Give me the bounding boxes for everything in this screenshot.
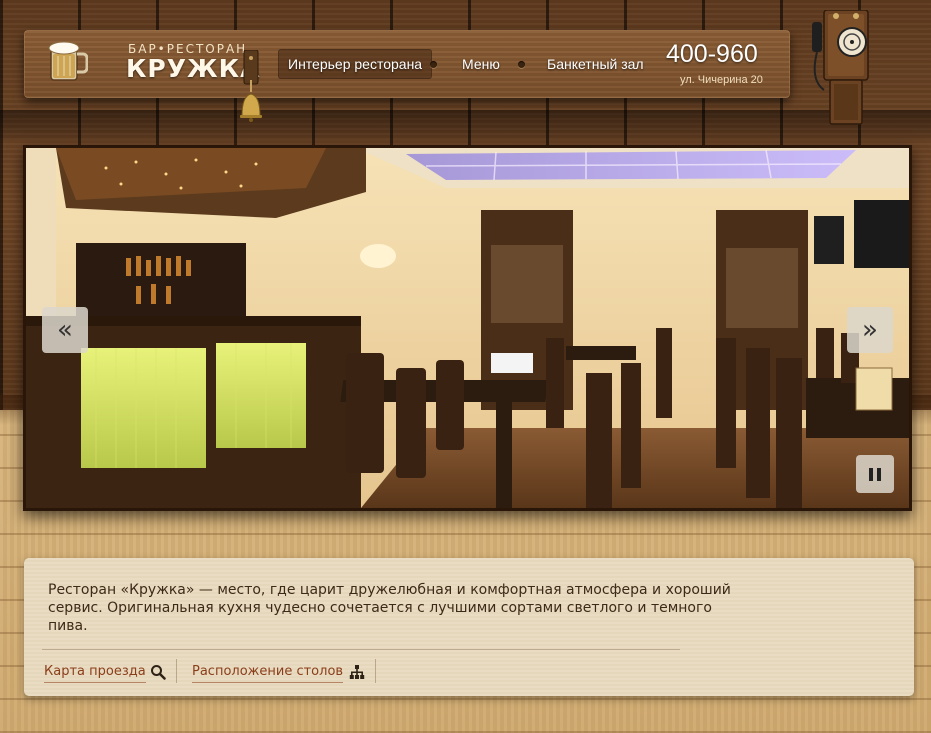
slider-next-button[interactable]: »	[847, 307, 893, 353]
restaurant-description: Ресторан «Кружка» — место, где царит дру…	[48, 582, 731, 634]
nav-interior[interactable]: Интерьер ресторана	[278, 49, 433, 79]
vintage-telephone-icon	[812, 10, 869, 125]
search-icon[interactable]	[150, 664, 166, 680]
nav-separator-dot	[430, 61, 437, 68]
link-separator	[176, 659, 177, 683]
link-separator	[375, 659, 376, 683]
address-text: ул. Чичерина 20	[680, 74, 763, 86]
restaurant-interior-photo	[26, 148, 909, 508]
nav-menu[interactable]: Меню	[452, 49, 510, 79]
slider-pause-button[interactable]	[856, 455, 894, 493]
description-card: Ресторан «Кружка» — место, где царит дру…	[24, 558, 914, 696]
beer-mug-logo-icon[interactable]	[48, 38, 88, 84]
nav-separator-dot	[518, 61, 525, 68]
pause-icon-bar	[877, 467, 881, 481]
sitemap-icon[interactable]	[349, 664, 365, 680]
slider-prev-button[interactable]: «	[42, 307, 88, 353]
nav-banquet-hall[interactable]: Банкетный зал	[537, 49, 654, 79]
wall-shadow	[0, 110, 931, 140]
directions-map-link[interactable]: Карта проезда	[44, 662, 146, 683]
bell-icon	[240, 50, 262, 122]
site-header: БАР•РЕСТОРАН КРУЖКА Интерьер ресторана М…	[24, 30, 790, 122]
divider	[42, 649, 680, 650]
table-layout-link[interactable]: Расположение столов	[192, 662, 344, 683]
pause-icon-bar	[869, 467, 873, 481]
interior-photo-slider[interactable]: « »	[23, 145, 912, 511]
phone-number[interactable]: 400-960	[666, 40, 758, 69]
